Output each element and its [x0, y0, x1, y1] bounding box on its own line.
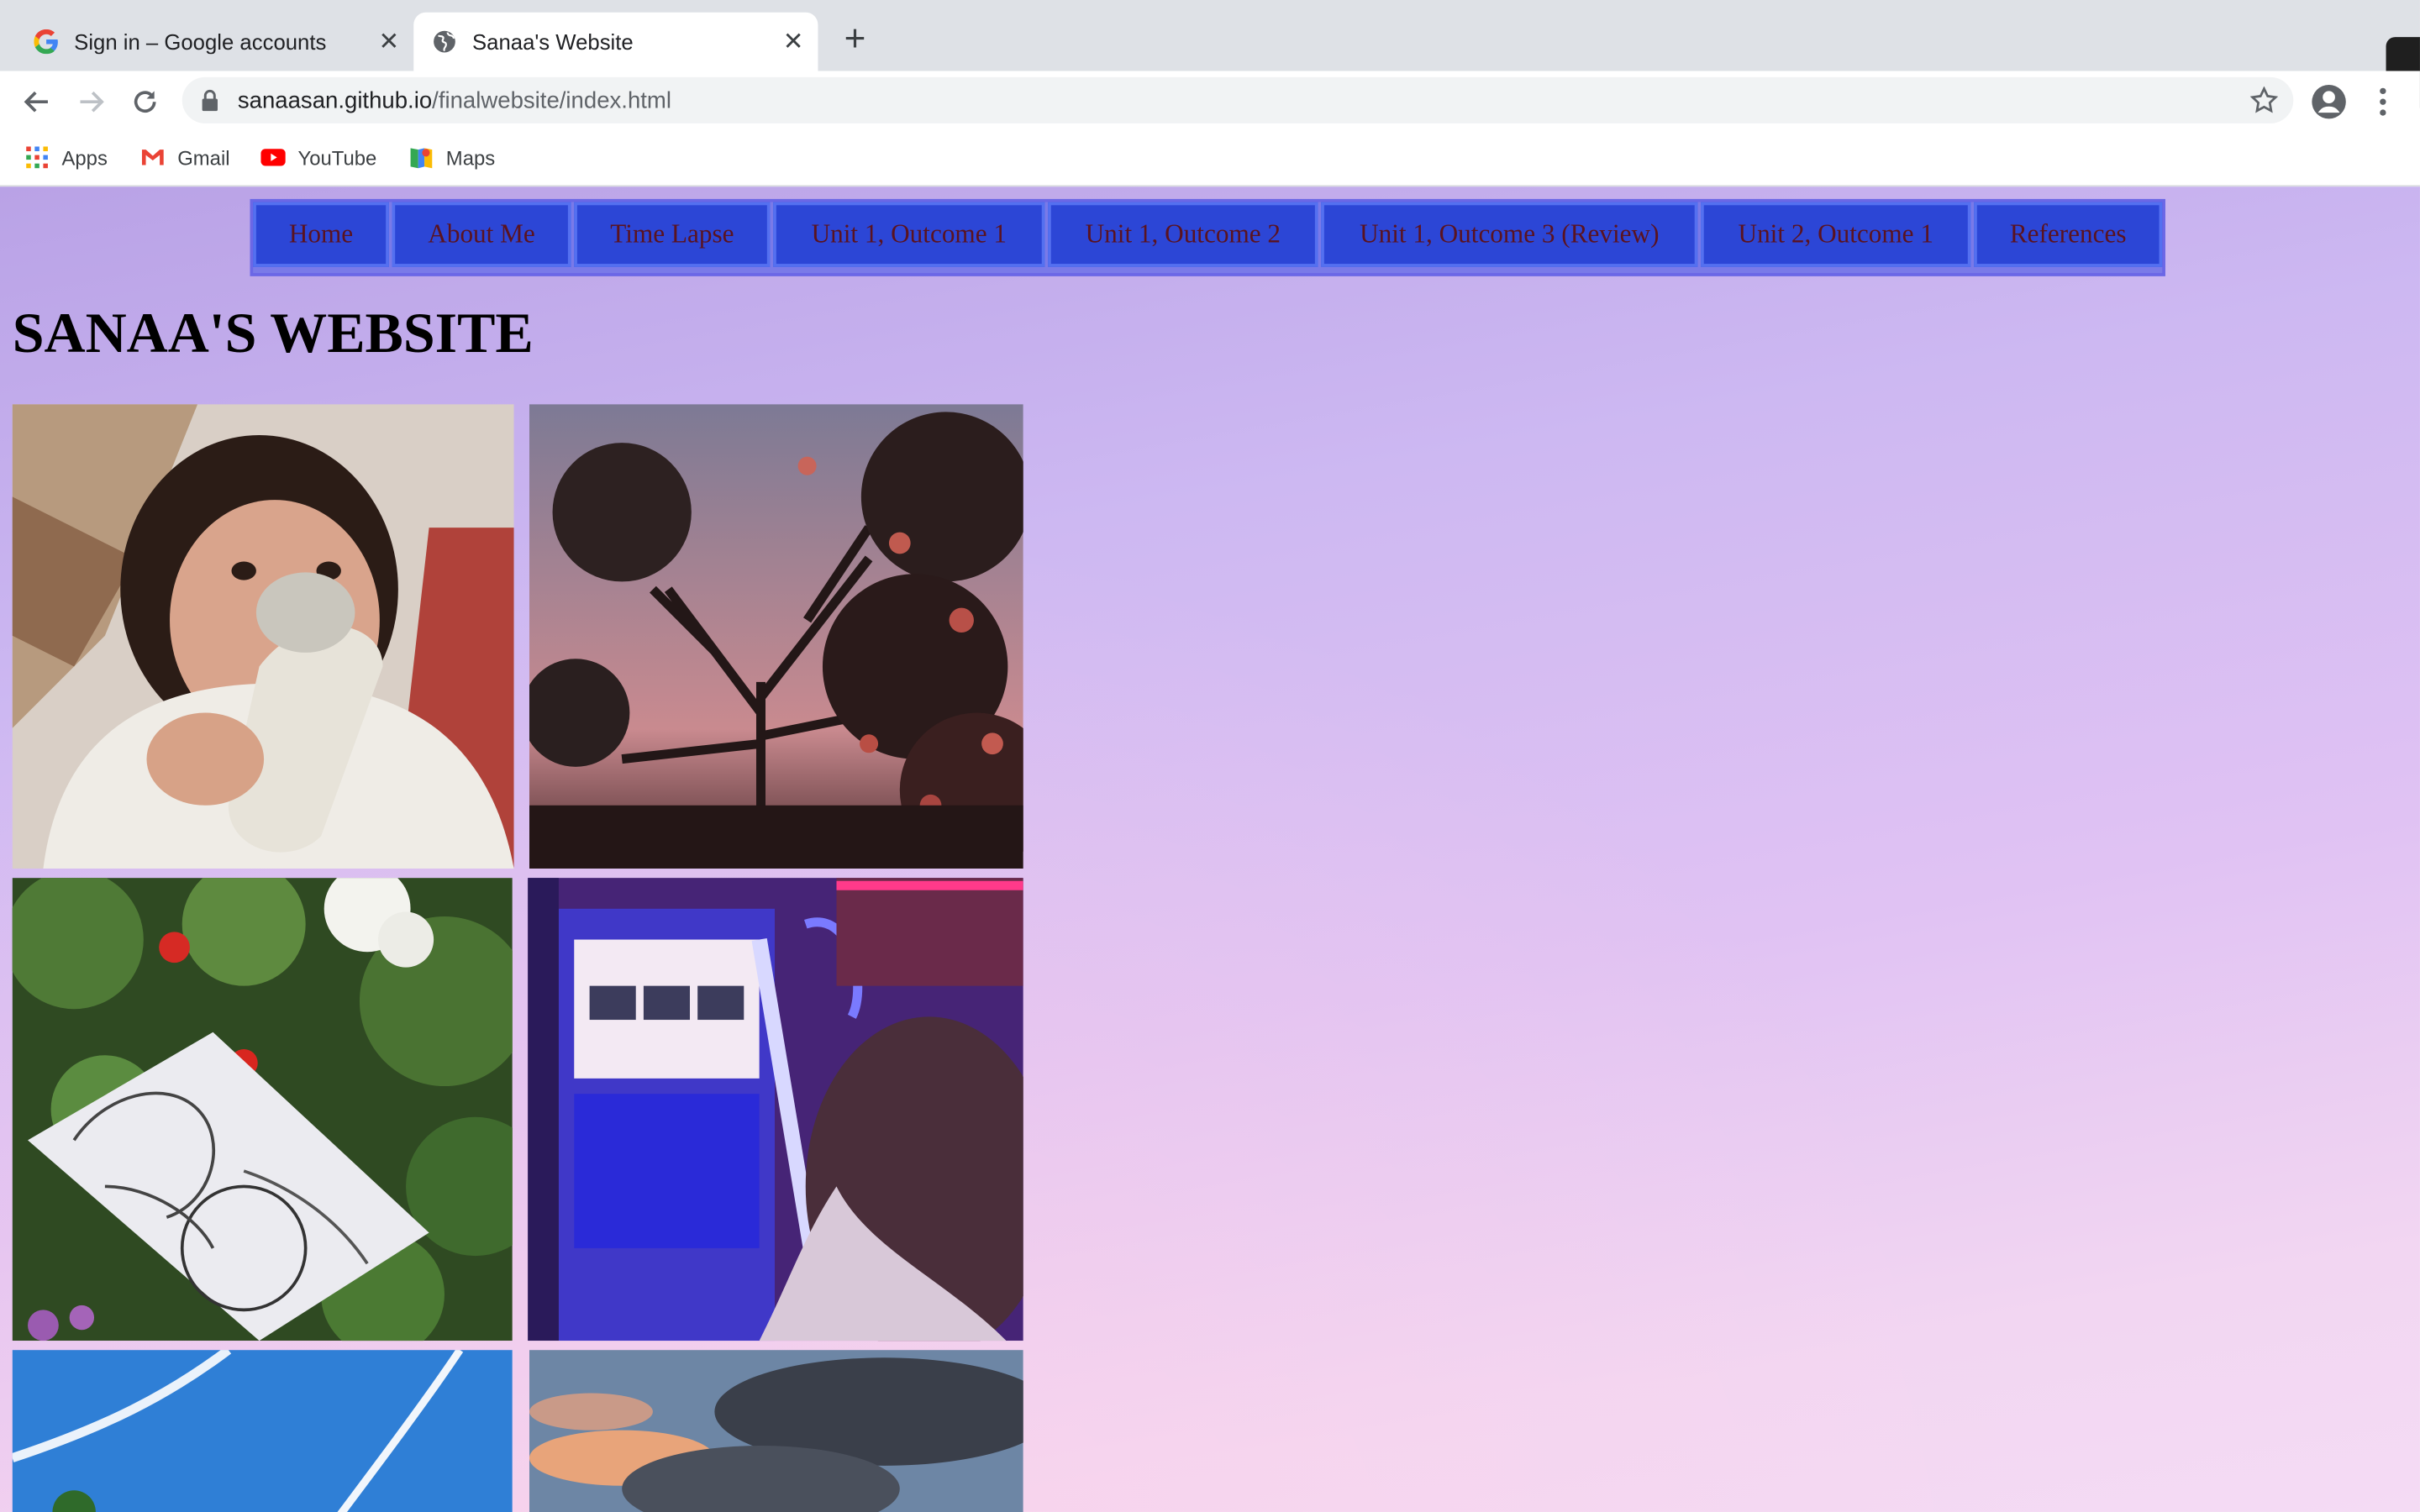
bookmark-label: Gmail [177, 145, 230, 170]
photo-plants-drawing [12, 878, 513, 1341]
back-icon[interactable] [15, 81, 58, 123]
tab-title: Sign in – Google accounts [74, 29, 327, 55]
gmail-icon [141, 150, 164, 165]
photo-sky-contrails [12, 1350, 513, 1512]
maps-icon [410, 148, 433, 169]
google-icon [34, 29, 58, 55]
bookmark-maps[interactable]: Maps [409, 144, 495, 171]
profile-icon[interactable] [2311, 83, 2348, 120]
nav-unit1-outcome2[interactable]: Unit 1, Outcome 2 [1048, 202, 1318, 267]
tab-title: Sanaa's Website [472, 29, 634, 55]
youtube-icon [260, 149, 286, 166]
nav-unit2-outcome1[interactable]: Unit 2, Outcome 1 [1701, 202, 1971, 267]
photo-baby [12, 404, 514, 869]
forward-icon[interactable] [70, 81, 113, 123]
bookmark-label: Apps [61, 145, 108, 170]
browser-toolbar: sanaasan.github.io/finalwebsite/index.ht… [0, 71, 2420, 130]
bookmark-gmail[interactable]: Gmail [140, 144, 230, 171]
photo-arcade [528, 878, 1023, 1341]
nav-unit1-outcome3-review[interactable]: Unit 1, Outcome 3 (Review) [1321, 202, 1698, 267]
photo-cloudy-sky [529, 1350, 1023, 1512]
nav-unit1-outcome1[interactable]: Unit 1, Outcome 1 [773, 202, 1045, 267]
bookmark-apps[interactable]: Apps [24, 144, 108, 171]
menu-kebab-icon[interactable] [2377, 87, 2390, 118]
nav-home[interactable]: Home [253, 202, 389, 267]
bookmark-label: Maps [445, 145, 496, 170]
close-icon[interactable]: ✕ [373, 26, 404, 57]
tab-google-signin[interactable]: Sign in – Google accounts ✕ [15, 13, 413, 71]
reload-icon[interactable] [124, 81, 166, 123]
bookmark-youtube[interactable]: YouTube [260, 144, 376, 171]
nav-references[interactable]: References [1974, 202, 2163, 267]
address-bar[interactable]: sanaasan.github.io/finalwebsite/index.ht… [182, 76, 2294, 123]
url-path: /finalwebsite/index.html [432, 87, 671, 113]
photo-tree-dusk [529, 404, 1023, 869]
bookmark-label: YouTube [297, 145, 377, 170]
apps-grid-icon [26, 146, 48, 169]
url-host: sanaasan.github.io [237, 87, 433, 113]
nav-about-me[interactable]: About Me [392, 202, 571, 267]
tab-sanaas-website[interactable]: Sanaa's Website ✕ [413, 12, 818, 71]
lock-icon [202, 89, 218, 112]
globe-icon [434, 30, 455, 53]
new-tab-icon[interactable]: + [836, 18, 873, 60]
tab-strip: Sign in – Google accounts ✕ Sanaa's Webs… [0, 0, 2420, 108]
close-icon[interactable]: ✕ [778, 26, 809, 57]
site-navbar: Home About Me Time Lapse Unit 1, Outcome… [250, 198, 2165, 276]
photo-gallery [12, 404, 1023, 1512]
site-title: SANAA'S WEBSITE [12, 302, 534, 366]
nav-time-lapse[interactable]: Time Lapse [574, 202, 771, 267]
page-viewport: Home About Me Time Lapse Unit 1, Outcome… [0, 186, 2420, 1512]
bookmark-star-icon[interactable] [2249, 86, 2278, 114]
bookmarks-bar: Apps Gmail YouTube Maps [0, 129, 2420, 187]
url-text: sanaasan.github.io/finalwebsite/index.ht… [238, 87, 671, 113]
